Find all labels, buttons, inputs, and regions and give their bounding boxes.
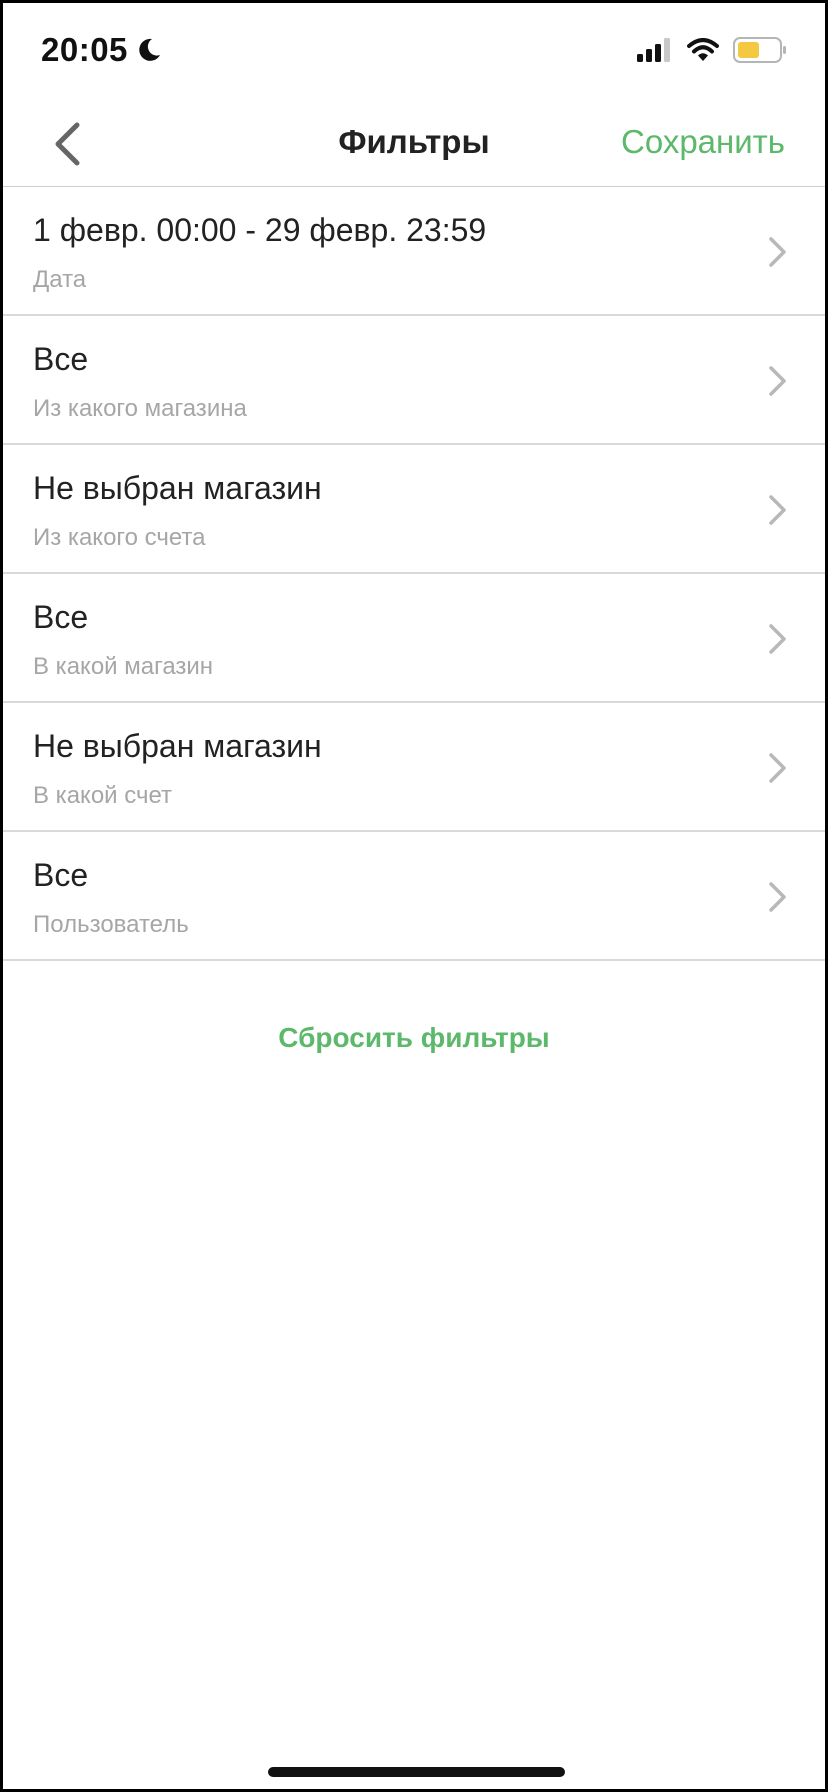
filter-value: Все [33, 599, 89, 635]
navigation-bar: Фильтры Сохранить [3, 103, 825, 187]
chevron-right-icon [769, 753, 786, 783]
filter-list: 1 февр. 00:00 - 29 февр. 23:59 Дата Все … [3, 187, 825, 961]
chevron-right-icon [769, 495, 786, 525]
filter-label: Дата [33, 266, 87, 293]
cellular-signal-icon [637, 38, 670, 62]
chevron-right-icon [769, 366, 786, 396]
chevron-right-icon [769, 624, 786, 654]
filter-label: Из какого магазина [33, 395, 247, 422]
filter-label: Пользователь [33, 911, 189, 938]
filter-row-to-account[interactable]: Не выбран магазин В какой счет [3, 703, 825, 832]
filter-row-from-account[interactable]: Не выбран магазин Из какого счета [3, 445, 825, 574]
status-bar: 20:05 [3, 3, 825, 103]
filter-label: В какой счет [33, 782, 173, 809]
filter-row-to-store[interactable]: Все В какой магазин [3, 574, 825, 703]
filter-value: Не выбран магазин [33, 470, 322, 506]
filter-value: 1 февр. 00:00 - 29 февр. 23:59 [33, 212, 487, 248]
home-indicator[interactable] [268, 1767, 565, 1777]
filter-value: Не выбран магазин [33, 728, 322, 764]
filter-row-user[interactable]: Все Пользователь [3, 832, 825, 961]
status-time: 20:05 [41, 31, 128, 68]
phone-screen: 20:05 Фильтры Сохранить 1 февр. 00:00 - … [0, 0, 828, 1792]
filter-label: В какой магазин [33, 653, 214, 680]
status-time-group: 20:05 [41, 31, 162, 69]
filter-row-date[interactable]: 1 февр. 00:00 - 29 февр. 23:59 Дата [3, 187, 825, 316]
filter-label: Из какого счета [33, 524, 206, 551]
filter-row-from-store[interactable]: Все Из какого магазина [3, 316, 825, 445]
moon-icon [139, 38, 160, 61]
battery-icon [733, 37, 786, 63]
filter-value: Все [33, 857, 89, 893]
chevron-right-icon [769, 237, 786, 267]
chevron-right-icon [769, 882, 786, 912]
filter-value: Все [33, 341, 89, 377]
wifi-icon [687, 38, 719, 61]
reset-filters-button[interactable]: Сбросить фильтры [3, 1022, 825, 1054]
save-button[interactable]: Сохранить [621, 123, 785, 161]
status-indicators [637, 37, 787, 63]
